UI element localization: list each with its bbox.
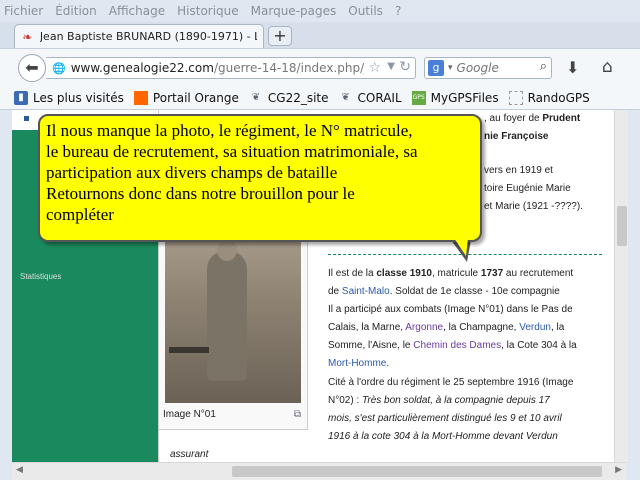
corail-icon: ❦ xyxy=(341,91,350,103)
bookmark-cg22-site[interactable]: ❦ CG22_site xyxy=(249,91,329,105)
horizontal-scrollbar[interactable]: ◀ ▶ xyxy=(12,462,626,480)
bottom-corner xyxy=(0,462,12,480)
enlarge-icon[interactable]: ⧉ xyxy=(294,409,301,420)
article-line-top4: toire Eugénie Marie xyxy=(484,183,571,194)
p1-line6: Mort-Homme. xyxy=(328,358,390,369)
p2-line3: mois, s'est particulièrement distingué l… xyxy=(328,413,562,424)
bullet-icon xyxy=(24,116,29,121)
soldier-figure xyxy=(207,251,247,381)
link-chemin-des-dames[interactable]: Chemin des Dames xyxy=(413,340,501,351)
scrollbar-thumb[interactable] xyxy=(617,206,627,246)
url-bar[interactable]: 🌐 www.genealogie22.com /guerre-14-18/ind… xyxy=(46,57,416,79)
p1-line5: Somme, l'Aisne, le Chemin des Dames, la … xyxy=(328,340,577,351)
menu-bar: Fichier Édition Affichage Historique Mar… xyxy=(0,0,640,22)
back-button[interactable]: ⬅ xyxy=(18,54,46,82)
link-argonne[interactable]: Argonne xyxy=(405,322,443,333)
bookmark-corail[interactable]: ❦ CORAIL xyxy=(339,90,402,105)
bookmark-label: RandoGPS xyxy=(527,90,590,105)
article-line-top2: nie Françoise xyxy=(484,131,549,142)
menu-outils[interactable]: Outils xyxy=(348,4,383,18)
bookmarks-icon: ▮ xyxy=(14,90,28,105)
link-saint-malo[interactable]: Saint-Malo xyxy=(342,286,390,297)
back-arrow-icon: ⬅ xyxy=(25,58,39,77)
download-icon[interactable]: ⬇ xyxy=(566,58,579,77)
p2-line1: Cité à l'ordre du régiment le 25 septemb… xyxy=(328,377,574,388)
bookmark-star-icon[interactable]: ☆ xyxy=(368,60,381,76)
url-host: www.genealogie22.com xyxy=(70,61,214,75)
globe-icon: 🌐 xyxy=(52,61,66,75)
new-tab-button[interactable]: + xyxy=(268,26,292,46)
url-dropdown-icon[interactable]: ▼ xyxy=(387,61,395,72)
sidebar-peek: Statistiques xyxy=(20,272,62,281)
url-path: /guerre-14-18/index.php/Jear xyxy=(213,61,364,75)
home-icon[interactable]: ⌂ xyxy=(602,57,613,77)
callout-line2: le bureau de recrutement, sa situation m… xyxy=(46,142,418,161)
article-line-top5: et Marie (1921 -????). xyxy=(484,201,583,212)
hscroll-thumb[interactable] xyxy=(232,466,602,477)
bookmark-randogps[interactable]: RandoGPS xyxy=(508,90,590,105)
soldier-head xyxy=(217,239,237,261)
bookmark-les-plus-visites[interactable]: ▮ Les plus visités xyxy=(14,90,124,105)
menu-help[interactable]: ? xyxy=(395,4,401,18)
menu-affichage[interactable]: Affichage xyxy=(109,4,165,18)
site-favicon-icon: ❧ xyxy=(22,29,33,44)
menu-edition[interactable]: Édition xyxy=(55,4,97,18)
link-verdun[interactable]: Verdun xyxy=(519,322,551,333)
menu-marque-pages[interactable]: Marque-pages xyxy=(251,4,337,18)
menu-historique[interactable]: Historique xyxy=(177,4,239,18)
p1-line4: Calais, la Marne, Argonne, la Champagne,… xyxy=(328,322,565,333)
bookmark-label: CG22_site xyxy=(267,90,329,105)
bookmark-label: Les plus visités xyxy=(33,90,124,105)
article-line-top3: vers en 1919 et xyxy=(484,165,553,176)
cg22-icon: ❦ xyxy=(251,91,261,103)
reload-icon[interactable]: ↻ xyxy=(399,59,411,75)
p2-line4: 1916 à la cote 304 à la Mort-Homme devan… xyxy=(328,431,558,442)
callout-tail-fill xyxy=(454,238,468,256)
tab-title: Jean Baptiste BRUNARD (1890-1971) - Le..… xyxy=(39,30,257,43)
search-bar[interactable]: g ▾ ⌕ xyxy=(424,57,552,79)
orange-icon xyxy=(133,90,148,105)
p1-line2: de Saint-Malo. Soldat de 1e classe - 10e… xyxy=(328,286,560,297)
callout-line4: Retournons donc dans notre brouillon pou… xyxy=(46,184,355,203)
scroll-left-icon[interactable]: ◀ xyxy=(16,465,23,475)
engine-dropdown-icon[interactable]: ▾ xyxy=(448,63,453,73)
folder-icon xyxy=(508,90,523,105)
callout-tooltip: Il nous manque la photo, le régiment, le… xyxy=(38,114,482,242)
link-mort-homme[interactable]: Mort-Homme xyxy=(328,358,386,369)
callout-line3: participation aux divers champs de batai… xyxy=(46,163,338,182)
article-line-top1: , au foyer de Prudent xyxy=(484,113,581,124)
p2-line2: N°02) : Très bon soldat, à la compagnie … xyxy=(328,395,550,406)
search-input[interactable] xyxy=(456,61,527,75)
p1-line3: Il a participé aux combats (Image N°01) … xyxy=(328,304,573,315)
google-engine-icon[interactable]: g xyxy=(428,60,444,76)
vertical-scrollbar[interactable] xyxy=(614,110,628,462)
photo-frame: Image N°01 ⧉ xyxy=(158,230,308,430)
photo-caption: Image N°01 xyxy=(163,409,216,420)
bookmark-portail-orange[interactable]: Portail Orange xyxy=(133,90,239,105)
mygps-icon: GPS xyxy=(411,90,426,105)
bookmark-mygpsfiles[interactable]: GPS MyGPSFiles xyxy=(411,90,499,105)
bookmark-label: Portail Orange xyxy=(152,90,239,105)
menu-fichier[interactable]: Fichier xyxy=(4,4,43,18)
side-table xyxy=(169,347,209,397)
tab-active[interactable]: ❧ Jean Baptiste BRUNARD (1890-1971) - Le… xyxy=(14,24,264,48)
scroll-right-icon[interactable]: ▶ xyxy=(615,465,622,475)
bookmarks-bar: ▮ Les plus visités Portail Orange ❦ CG22… xyxy=(0,86,640,110)
bookmark-label: CORAIL xyxy=(357,90,402,105)
p1-line1: Il est de la classe 1910, matricule 1737… xyxy=(328,268,574,279)
callout-line1: Il nous manque la photo, le régiment, le… xyxy=(46,121,413,140)
nav-bar: ⬅ 🌐 www.genealogie22.com /guerre-14-18/i… xyxy=(0,48,640,86)
search-icon[interactable]: ⌕ xyxy=(540,59,547,74)
callout-line5: compléter xyxy=(46,205,114,224)
bookmark-label: MyGPSFiles xyxy=(430,90,499,105)
tab-strip: ❧ Jean Baptiste BRUNARD (1890-1971) - Le… xyxy=(0,22,640,48)
soldier-photo[interactable] xyxy=(165,237,301,403)
